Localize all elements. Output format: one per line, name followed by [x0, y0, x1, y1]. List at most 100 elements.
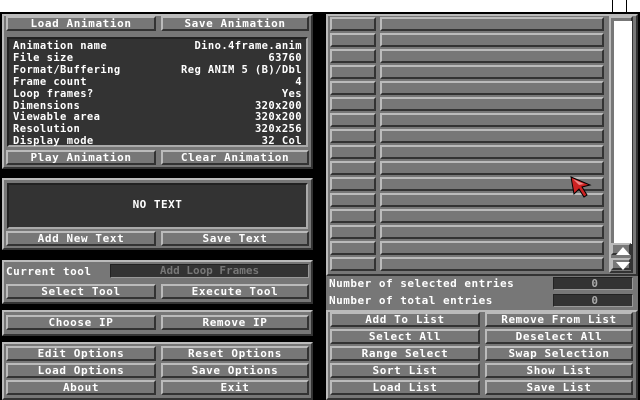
total-entries-value: 0: [553, 294, 633, 307]
info-row: Loop frames? Yes: [13, 88, 302, 100]
text-display: NO TEXT: [7, 183, 308, 229]
list-select-button[interactable]: [330, 97, 376, 111]
list-select-button[interactable]: [330, 161, 376, 175]
info-row: Frame count 4: [13, 76, 302, 88]
mouse-pointer-icon: [570, 176, 592, 201]
deselect-all-button[interactable]: Deselect All: [485, 329, 633, 344]
title-bar[interactable]: ANIM Workshop Version 2.02 - © 1993 Axio…: [0, 0, 640, 24]
list-select-button[interactable]: [330, 81, 376, 95]
info-label: Resolution: [13, 123, 81, 136]
depth-gadget-back[interactable]: [626, 0, 640, 12]
list-entry[interactable]: [380, 145, 604, 159]
info-label: Loop frames?: [13, 87, 94, 100]
sort-list-button[interactable]: Sort List: [330, 363, 480, 378]
list-scrollbar[interactable]: [609, 16, 633, 273]
selected-entries-label: Number of selected entries: [329, 277, 515, 290]
info-row: Format/Buffering Reg ANIM 5 (B)/Dbl: [13, 64, 302, 76]
info-row: Viewable area 320x200: [13, 111, 302, 123]
info-value: 4: [295, 75, 302, 88]
depth-gadget[interactable]: [612, 0, 626, 12]
info-value: 320x256: [254, 123, 302, 136]
info-value: Dino.4frame.anim: [194, 40, 302, 52]
list-entry[interactable]: [380, 113, 604, 127]
info-row: Resolution 320x256: [13, 123, 302, 135]
info-row: Display mode 32 Col: [13, 135, 302, 147]
about-button[interactable]: About: [6, 380, 156, 395]
list-select-button[interactable]: [330, 49, 376, 63]
list-entry[interactable]: [380, 81, 604, 95]
remove-ip-button[interactable]: Remove IP: [161, 315, 309, 330]
list-select-button[interactable]: [330, 193, 376, 207]
select-all-button[interactable]: Select All: [330, 329, 480, 344]
list-entry[interactable]: [380, 65, 604, 79]
info-label: Frame count: [13, 75, 87, 88]
list-entry[interactable]: [380, 49, 604, 63]
selected-entries-value: 0: [553, 277, 633, 290]
play-animation-button[interactable]: Play Animation: [6, 150, 156, 165]
execute-tool-button[interactable]: Execute Tool: [161, 284, 309, 299]
load-list-button[interactable]: Load List: [330, 380, 480, 395]
load-animation-button[interactable]: Load Animation: [6, 16, 156, 31]
info-label: Animation name: [13, 40, 108, 52]
list-entry[interactable]: [380, 209, 604, 223]
list-select-button[interactable]: [330, 209, 376, 223]
list-select-button[interactable]: [330, 257, 376, 271]
load-options-button[interactable]: Load Options: [6, 363, 156, 378]
save-text-button[interactable]: Save Text: [161, 231, 309, 246]
add-to-list-button[interactable]: Add To List: [330, 312, 480, 327]
list-select-button[interactable]: [330, 17, 376, 31]
info-value: 320x200: [254, 111, 302, 124]
remove-from-list-button[interactable]: Remove From List: [485, 312, 633, 327]
info-row: Animation name Dino.4frame.anim: [13, 40, 302, 52]
info-row: File size 63760: [13, 52, 302, 64]
info-value: Reg ANIM 5 (B)/Dbl: [181, 63, 302, 76]
swap-selection-button[interactable]: Swap Selection: [485, 346, 633, 361]
scrollbar-track[interactable]: [614, 21, 632, 244]
list-entry[interactable]: [380, 241, 604, 255]
add-new-text-button[interactable]: Add New Text: [6, 231, 156, 246]
list-entry[interactable]: [380, 161, 604, 175]
info-label: Display mode: [13, 135, 94, 148]
animation-info-box: Animation name Dino.4frame.anim File size 6…: [7, 37, 308, 147]
info-value: 63760: [268, 51, 302, 64]
save-animation-button[interactable]: Save Animation: [161, 16, 309, 31]
list-entry[interactable]: [380, 17, 604, 31]
list-select-button[interactable]: [330, 241, 376, 255]
info-value: 320x200: [254, 99, 302, 112]
info-label: File size: [13, 51, 74, 64]
info-value: Yes: [281, 87, 302, 100]
clear-animation-button[interactable]: Clear Animation: [161, 150, 309, 165]
reset-options-button[interactable]: Reset Options: [161, 346, 309, 361]
current-tool-label: Current tool: [6, 265, 92, 278]
info-row: Dimensions 320x200: [13, 100, 302, 112]
scroll-down-arrow-icon[interactable]: [611, 258, 631, 270]
info-label: Viewable area: [13, 111, 101, 124]
exit-button[interactable]: Exit: [161, 380, 309, 395]
edit-options-button[interactable]: Edit Options: [6, 346, 156, 361]
save-options-button[interactable]: Save Options: [161, 363, 309, 378]
info-value: 32 Col: [261, 135, 302, 148]
total-entries-label: Number of total entries: [329, 294, 493, 307]
scroll-up-arrow-icon[interactable]: [611, 243, 631, 255]
list-select-button[interactable]: [330, 33, 376, 47]
list-entry[interactable]: [380, 225, 604, 239]
range-select-button[interactable]: Range Select: [330, 346, 480, 361]
list-select-button[interactable]: [330, 113, 376, 127]
select-tool-button[interactable]: Select Tool: [6, 284, 156, 299]
info-label: Format/Buffering: [13, 63, 121, 76]
list-select-button[interactable]: [330, 177, 376, 191]
list-select-button[interactable]: [330, 65, 376, 79]
save-list-button[interactable]: Save List: [485, 380, 633, 395]
list-select-button[interactable]: [330, 225, 376, 239]
current-tool-field: Add Loop Frames: [110, 264, 309, 278]
list-entry[interactable]: [380, 33, 604, 47]
choose-ip-button[interactable]: Choose IP: [6, 315, 156, 330]
info-label: Dimensions: [13, 99, 81, 112]
show-list-button[interactable]: Show List: [485, 363, 633, 378]
list-select-button[interactable]: [330, 129, 376, 143]
anim-workshop-screen: ANIM Workshop Version 2.02 - © 1993 Axio…: [0, 0, 640, 400]
list-select-button[interactable]: [330, 145, 376, 159]
list-entry[interactable]: [380, 129, 604, 143]
list-entry[interactable]: [380, 97, 604, 111]
list-entry[interactable]: [380, 257, 604, 271]
